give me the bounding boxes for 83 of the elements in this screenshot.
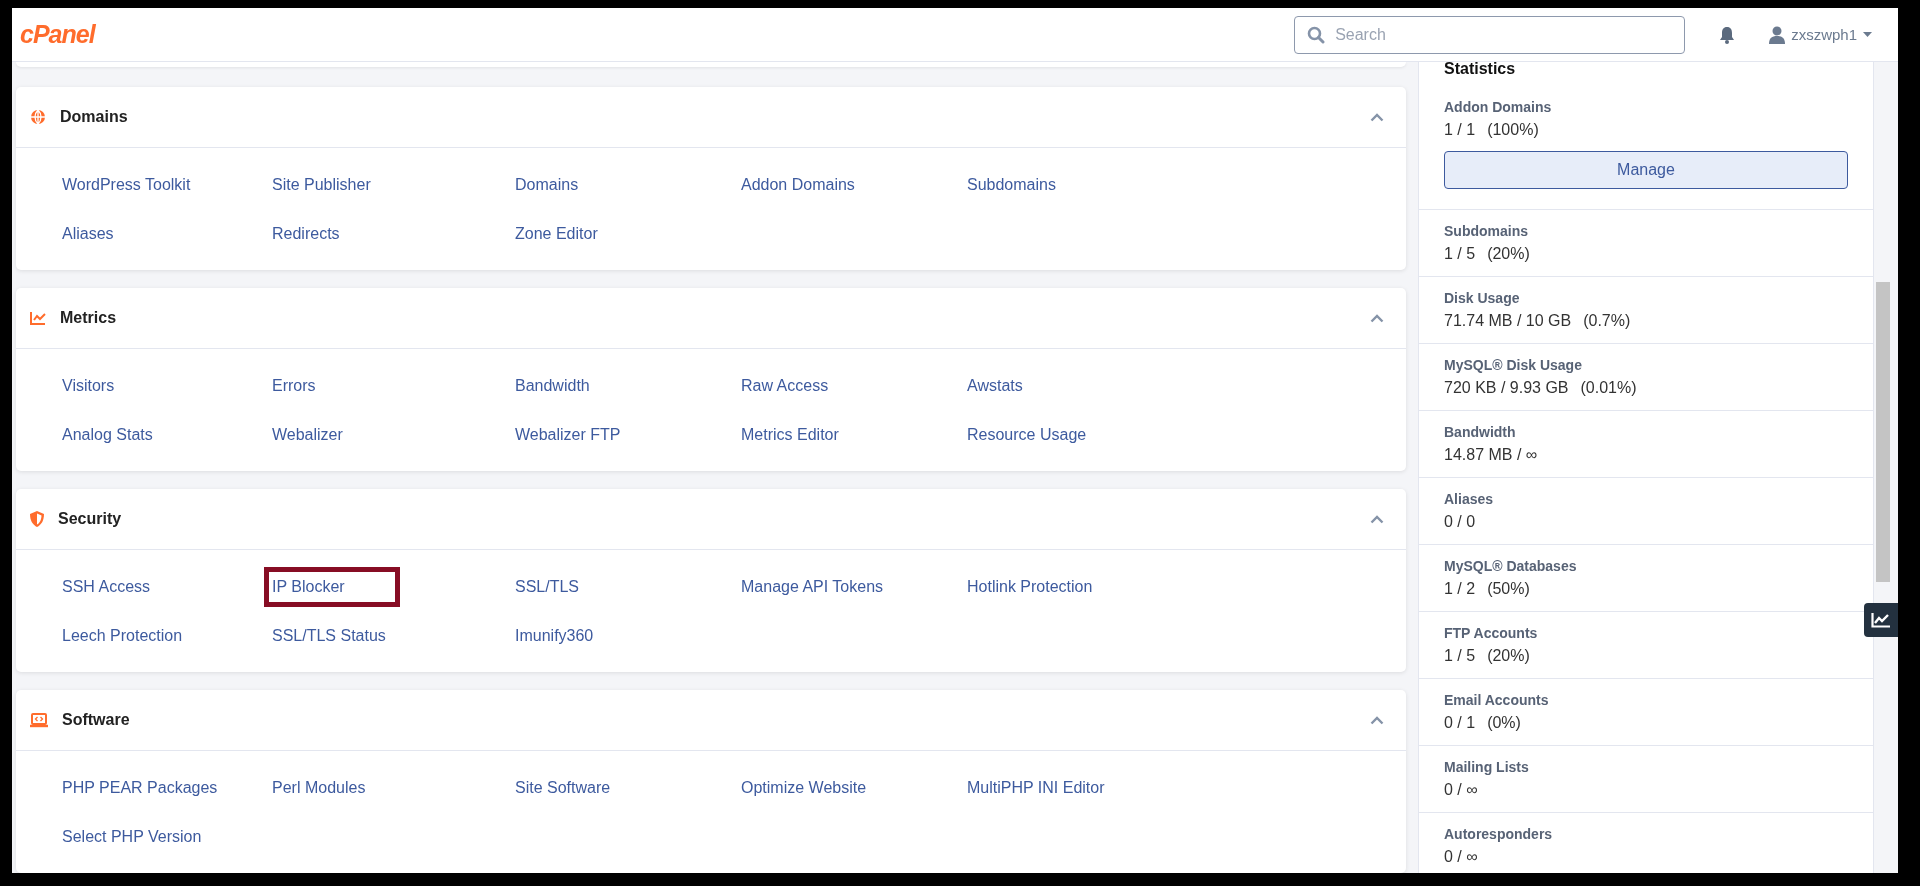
stat-value: 0 / ∞ [1444,847,1478,867]
stat-label: Aliases [1444,490,1495,509]
stat-value: 720 KB / 9.93 GB [1444,378,1569,398]
user-menu[interactable]: zxszwph1 [1769,25,1872,44]
tool-link[interactable]: Resource Usage [967,425,1087,444]
tool-link[interactable]: Perl Modules [272,778,366,797]
tool-link[interactable]: Site Publisher [272,175,371,194]
tool-link[interactable]: Leech Protection [62,626,183,645]
tool-link[interactable]: MultiPHP INI Editor [967,778,1105,797]
stat-percent: (50%) [1487,579,1530,599]
stat-value: 1 / 1 [1444,120,1476,140]
tool-link[interactable]: Metrics Editor [741,425,839,444]
stat-label: Email Accounts [1444,691,1550,710]
section-title: Metrics [60,309,117,327]
stat-label: FTP Accounts [1444,624,1539,643]
panel-title: Statistics [1443,62,1517,79]
stat-value: 0 / ∞ [1444,780,1478,800]
tool-link[interactable]: Redirects [272,224,340,243]
tool-link[interactable]: Awstats [967,376,1023,395]
tool-link[interactable]: Subdomains [967,175,1056,194]
stat-value: 0 / 0 [1444,512,1476,532]
stat-value: 1 / 5 [1444,646,1476,666]
tool-link[interactable]: Webalizer [272,425,343,444]
tool-link[interactable]: PHP PEAR Packages [62,778,218,797]
section-title: Software [62,711,130,729]
stat-label: Disk Usage [1444,289,1521,308]
stat-percent: (0%) [1487,713,1521,733]
caret-icon [1863,32,1872,37]
tool-link[interactable]: SSL/TLS [515,577,580,596]
chevron-icon[interactable] [1370,715,1384,725]
stat-value: 1 / 5 [1444,244,1476,264]
bell-icon[interactable] [1719,25,1736,44]
tool-link[interactable]: SSH Access [62,577,151,596]
tool-link[interactable]: Addon Domains [741,175,855,194]
stat-label: Autoresponders [1444,825,1554,844]
tool-link[interactable]: Site Software [515,778,611,797]
tool-link[interactable]: Optimize Website [741,778,867,797]
scrollbar-thumb[interactable] [1876,282,1890,582]
line-chart-icon [1871,612,1891,628]
tool-link[interactable]: Bandwidth [515,376,590,395]
tool-link[interactable]: Analog Stats [62,425,153,444]
stat-value: 71.74 MB / 10 GB [1444,311,1572,331]
tool-link[interactable]: Hotlink Protection [967,577,1093,596]
user-icon [1769,25,1786,44]
stat-label: MySQL® Disk Usage [1444,356,1583,375]
tool-link[interactable]: SSL/TLS Status [272,626,386,645]
stat-percent: (20%) [1487,244,1530,264]
tool-link[interactable]: Webalizer FTP [515,425,621,444]
stat-percent: (0.01%) [1580,378,1637,398]
tool-link[interactable]: WordPress Toolkit [62,175,191,194]
tool-link[interactable]: Errors [272,376,316,395]
stat-percent: (0.7%) [1583,311,1631,331]
laptop-code-icon [30,712,48,728]
stat-label: Addon Domains [1444,98,1553,117]
stat-value: 0 / 1 [1444,713,1476,733]
manage-button[interactable]: Manage [1444,151,1848,189]
stat-value: 14.87 MB / ∞ [1444,445,1538,465]
stat-label: Mailing Lists [1444,758,1530,777]
globe-icon [30,109,46,125]
section-title: Domains [60,108,128,126]
stat-value: 1 / 2 [1444,579,1476,599]
shield-icon [30,511,44,527]
stat-percent: (20%) [1487,646,1530,666]
stat-label: MySQL® Databases [1444,557,1578,576]
line-chart-icon [30,311,46,325]
tool-link[interactable]: Aliases [62,224,114,243]
tool-link[interactable]: IP Blocker [264,566,400,607]
tool-link[interactable]: Manage API Tokens [741,577,884,596]
chart-button[interactable] [1864,603,1898,637]
stat-label: Subdomains [1444,222,1529,241]
search-field[interactable]: Search [1294,15,1686,54]
section-title: Security [58,510,122,528]
chevron-icon[interactable] [1370,514,1384,524]
stat-label: Bandwidth [1444,423,1517,442]
stat-percent: (100%) [1487,120,1539,140]
chevron-icon[interactable] [1370,112,1384,122]
tool-link[interactable]: Visitors [62,376,115,395]
tool-link[interactable]: Imunify360 [515,626,594,645]
chevron-icon[interactable] [1370,313,1384,323]
tool-link[interactable]: Domains [515,175,579,194]
tool-link[interactable]: Select PHP Version [62,827,202,846]
tool-link[interactable]: Zone Editor [515,224,598,243]
tool-link[interactable]: Raw Access [741,376,829,395]
